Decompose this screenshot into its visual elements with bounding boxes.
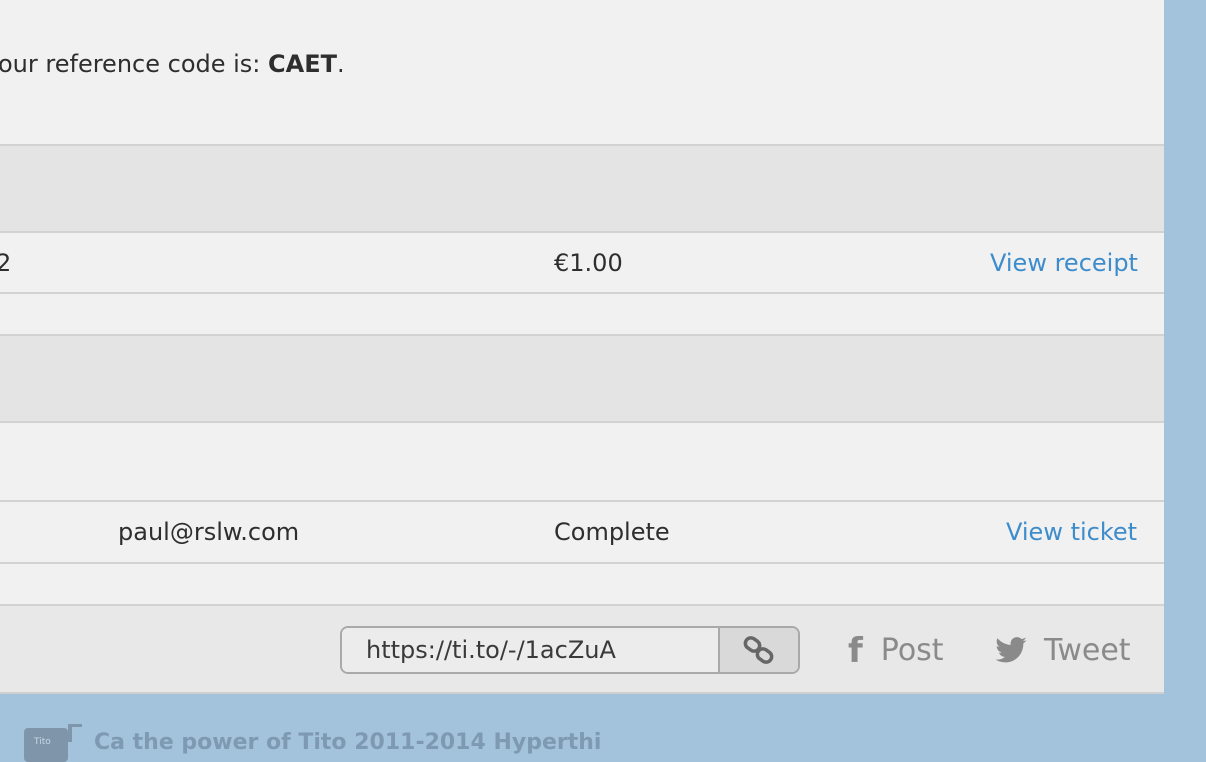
share-url-group <box>340 626 800 674</box>
payment-amount: €1.00 <box>554 249 623 277</box>
ticket-email: paul@rslw.com <box>118 518 300 546</box>
view-ticket-link[interactable]: View ticket <box>1006 517 1137 547</box>
tweet-label: Tweet <box>1044 633 1131 668</box>
copy-link-button[interactable] <box>720 628 798 672</box>
twitter-icon <box>995 637 1027 663</box>
reference-prefix: our reference code is: <box>0 50 269 78</box>
tickets-header-band <box>0 334 1164 423</box>
divider <box>0 500 1164 502</box>
order-panel: our reference code is: CAET. 2 €1.00 Vie… <box>0 0 1164 694</box>
site-footer: Tito Ca the power of Tito 2011-2014 Hype… <box>20 722 601 762</box>
reference-code: CAET <box>268 50 337 78</box>
tweet-button[interactable]: Tweet <box>994 631 1131 671</box>
footer-text: Ca the power of Tito 2011-2014 Hyperthi <box>94 729 602 755</box>
reference-line: our reference code is: CAET. <box>0 48 345 80</box>
tito-logo-icon: Tito <box>24 724 82 762</box>
facebook-icon: f <box>848 631 863 671</box>
view-receipt-link[interactable]: View receipt <box>990 248 1138 278</box>
share-url-input[interactable] <box>342 628 720 672</box>
payment-row-cut-text: 2 <box>0 249 12 277</box>
post-label: Post <box>880 633 944 668</box>
divider <box>0 292 1164 294</box>
ticket-status: Complete <box>554 518 670 546</box>
payments-header-band <box>0 144 1164 233</box>
reference-suffix: . <box>336 50 345 78</box>
divider <box>0 562 1164 564</box>
facebook-post-button[interactable]: f Post <box>848 631 944 671</box>
link-icon <box>743 636 774 664</box>
